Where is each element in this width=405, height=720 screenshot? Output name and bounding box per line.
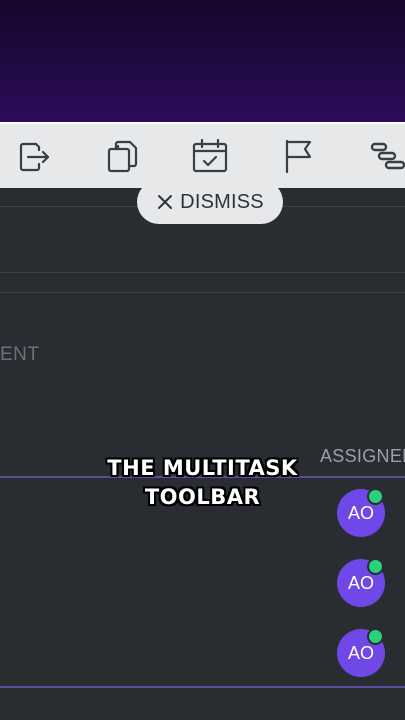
dismiss-label: DISMISS [180,190,264,213]
caption-line-2: TOOLBAR [144,485,261,509]
video-caption: THE MULTITASK TOOLBAR [0,454,405,512]
online-status-dot [367,628,384,645]
avatar-initials: AO [347,642,374,663]
table-footer-divider [0,686,405,688]
video-top-band [0,0,405,122]
flag-icon[interactable] [279,136,319,176]
assignee-avatar[interactable]: AO [337,558,385,607]
column-label-partial: ENT [0,344,40,365]
close-icon [158,195,173,209]
multitask-toolbar [0,122,405,188]
row-divider [0,292,405,293]
online-status-dot [367,558,384,575]
duplicate-icon[interactable] [102,136,142,176]
dismiss-button[interactable]: DISMISS [137,180,283,224]
gantt-icon[interactable] [366,136,405,176]
caption-line-1: THE MULTITASK [107,456,298,480]
calendar-check-icon[interactable] [190,136,230,176]
avatar-initials: AO [347,572,374,593]
move-out-icon[interactable] [13,136,53,176]
row-divider [0,272,405,273]
assignee-avatar[interactable]: AO [337,628,385,677]
